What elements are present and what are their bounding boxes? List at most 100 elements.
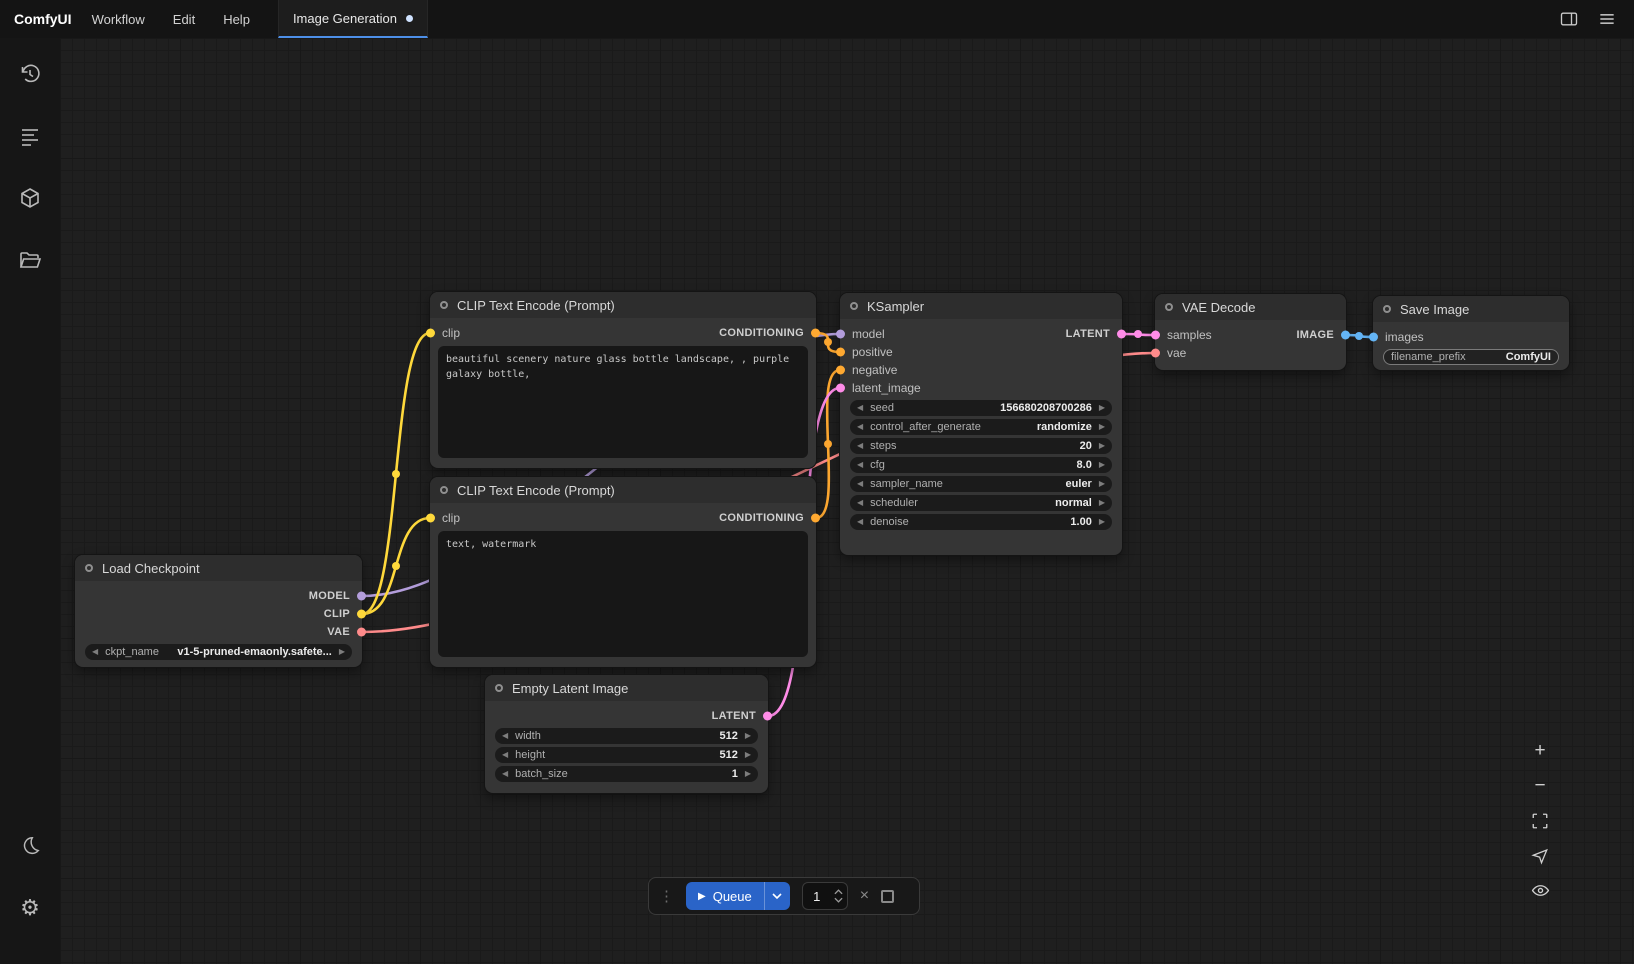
collapse-dot-icon[interactable] — [440, 486, 448, 494]
decrement-icon[interactable]: ◀ — [857, 404, 863, 412]
settings-button[interactable]: ⚙ — [10, 888, 50, 928]
input-port-images[interactable] — [1369, 333, 1378, 342]
fit-view-button[interactable] — [1526, 808, 1554, 833]
decrement-icon[interactable]: ◀ — [857, 461, 863, 469]
widget-width[interactable]: ◀ width 512 ▶ — [495, 728, 758, 744]
batch-count-value[interactable]: 1 — [803, 889, 831, 904]
node-header[interactable]: VAE Decode — [1155, 294, 1346, 320]
increment-icon[interactable]: ▶ — [745, 770, 751, 778]
widget-batch-size[interactable]: ◀ batch_size 1 ▶ — [495, 766, 758, 782]
menu-edit[interactable]: Edit — [173, 12, 195, 27]
sidebar-item-queue-history[interactable] — [10, 54, 50, 94]
prompt-textarea[interactable]: beautiful scenery nature glass bottle la… — [438, 346, 808, 458]
clear-queue-button[interactable]: × — [860, 888, 869, 904]
widget-scheduler[interactable]: ◀ scheduler normal ▶ — [850, 495, 1112, 511]
prev-value-icon[interactable]: ◀ — [857, 499, 863, 507]
node-empty-latent-image[interactable]: Empty Latent Image LATENT ◀ width 512 ▶ … — [485, 675, 768, 793]
queue-options-button[interactable] — [764, 882, 790, 910]
decrement-icon[interactable]: ◀ — [857, 442, 863, 450]
widget-denoise[interactable]: ◀ denoise 1.00 ▶ — [850, 514, 1112, 530]
node-clip-text-encode-negative[interactable]: CLIP Text Encode (Prompt) clip CONDITION… — [430, 477, 816, 667]
menu-workflow[interactable]: Workflow — [92, 12, 145, 27]
increment-icon[interactable]: ▶ — [745, 732, 751, 740]
select-mode-button[interactable] — [1526, 843, 1554, 868]
widget-sampler-name[interactable]: ◀ sampler_name euler ▶ — [850, 476, 1112, 492]
node-header[interactable]: KSampler — [840, 293, 1122, 319]
widget-value[interactable]: normal — [1055, 497, 1092, 509]
node-header[interactable]: Save Image — [1373, 296, 1569, 322]
menu-help[interactable]: Help — [223, 12, 250, 27]
widget-value[interactable]: 1.00 — [1070, 516, 1091, 528]
input-port-clip[interactable] — [426, 514, 435, 523]
output-port-conditioning[interactable] — [811, 329, 820, 338]
collapse-dot-icon[interactable] — [85, 564, 93, 572]
collapse-dot-icon[interactable] — [1383, 305, 1391, 313]
widget-steps[interactable]: ◀ steps 20 ▶ — [850, 438, 1112, 454]
widget-value[interactable]: 1 — [732, 768, 738, 780]
input-port-samples[interactable] — [1151, 331, 1160, 340]
next-value-icon[interactable]: ▶ — [1099, 423, 1105, 431]
increment-icon[interactable]: ▶ — [745, 751, 751, 759]
output-port-clip[interactable] — [357, 610, 366, 619]
stepper-up-icon[interactable] — [834, 889, 843, 895]
widget-height[interactable]: ◀ height 512 ▶ — [495, 747, 758, 763]
decrement-icon[interactable]: ◀ — [502, 732, 508, 740]
queue-button[interactable]: ▶ Queue — [686, 882, 790, 910]
decrement-icon[interactable]: ◀ — [857, 518, 863, 526]
next-value-icon[interactable]: ▶ — [1099, 480, 1105, 488]
widget-value[interactable]: v1-5-pruned-emaonly.safete... — [177, 646, 331, 658]
widget-value[interactable]: ComfyUI — [1506, 351, 1551, 363]
stepper-down-icon[interactable] — [834, 897, 843, 903]
collapse-dot-icon[interactable] — [495, 684, 503, 692]
increment-icon[interactable]: ▶ — [1099, 461, 1105, 469]
collapse-dot-icon[interactable] — [440, 301, 448, 309]
output-port-image[interactable] — [1341, 331, 1350, 340]
sidebar-item-logs[interactable] — [10, 116, 50, 156]
output-port-conditioning[interactable] — [811, 514, 820, 523]
zoom-in-button[interactable]: + — [1526, 738, 1554, 763]
next-value-icon[interactable]: ▶ — [1099, 499, 1105, 507]
menu-button[interactable] — [1594, 6, 1620, 32]
next-value-icon[interactable]: ▶ — [339, 648, 345, 656]
node-save-image[interactable]: Save Image images filename_prefix ComfyU… — [1373, 296, 1569, 370]
batch-count-input[interactable]: 1 — [802, 882, 848, 910]
widget-filename-prefix[interactable]: filename_prefix ComfyUI — [1383, 349, 1559, 365]
widget-seed[interactable]: ◀ seed 156680208700286 ▶ — [850, 400, 1112, 416]
node-vae-decode[interactable]: VAE Decode samples IMAGE vae — [1155, 294, 1346, 370]
node-canvas[interactable]: CLIP Text Encode (Prompt) clip CONDITION… — [60, 38, 1634, 964]
widget-value[interactable]: 512 — [719, 749, 737, 761]
prev-value-icon[interactable]: ◀ — [857, 480, 863, 488]
widget-value[interactable]: 156680208700286 — [1000, 402, 1092, 414]
input-port-latent-image[interactable] — [836, 384, 845, 393]
node-header[interactable]: CLIP Text Encode (Prompt) — [430, 292, 816, 318]
node-header[interactable]: CLIP Text Encode (Prompt) — [430, 477, 816, 503]
output-port-latent[interactable] — [1117, 330, 1126, 339]
widget-value[interactable]: 8.0 — [1077, 459, 1092, 471]
input-port-model[interactable] — [836, 330, 845, 339]
widget-ckpt-name[interactable]: ◀ ckpt_name v1-5-pruned-emaonly.safete..… — [85, 644, 352, 660]
output-port-latent[interactable] — [763, 712, 772, 721]
widget-control-after-generate[interactable]: ◀ control_after_generate randomize ▶ — [850, 419, 1112, 435]
stop-button[interactable] — [881, 890, 894, 903]
node-clip-text-encode-positive[interactable]: CLIP Text Encode (Prompt) clip CONDITION… — [430, 292, 816, 468]
decrement-icon[interactable]: ◀ — [502, 770, 508, 778]
decrement-icon[interactable]: ◀ — [502, 751, 508, 759]
widget-value[interactable]: euler — [1066, 478, 1092, 490]
input-port-negative[interactable] — [836, 366, 845, 375]
node-header[interactable]: Load Checkpoint — [75, 555, 362, 581]
increment-icon[interactable]: ▶ — [1099, 404, 1105, 412]
tab-image-generation[interactable]: Image Generation — [278, 0, 428, 38]
panel-toggle-button[interactable] — [1556, 6, 1582, 32]
sidebar-item-workflows[interactable] — [10, 240, 50, 280]
output-port-vae[interactable] — [357, 628, 366, 637]
drag-handle-icon[interactable]: ⋮ — [659, 889, 674, 904]
output-port-model[interactable] — [357, 592, 366, 601]
widget-value[interactable]: 20 — [1080, 440, 1092, 452]
collapse-dot-icon[interactable] — [1165, 303, 1173, 311]
increment-icon[interactable]: ▶ — [1099, 518, 1105, 526]
input-port-clip[interactable] — [426, 329, 435, 338]
node-load-checkpoint[interactable]: Load Checkpoint MODEL CLIP VAE ◀ ckpt_n — [75, 555, 362, 667]
sidebar-item-model-library[interactable] — [10, 178, 50, 218]
increment-icon[interactable]: ▶ — [1099, 442, 1105, 450]
node-header[interactable]: Empty Latent Image — [485, 675, 768, 701]
